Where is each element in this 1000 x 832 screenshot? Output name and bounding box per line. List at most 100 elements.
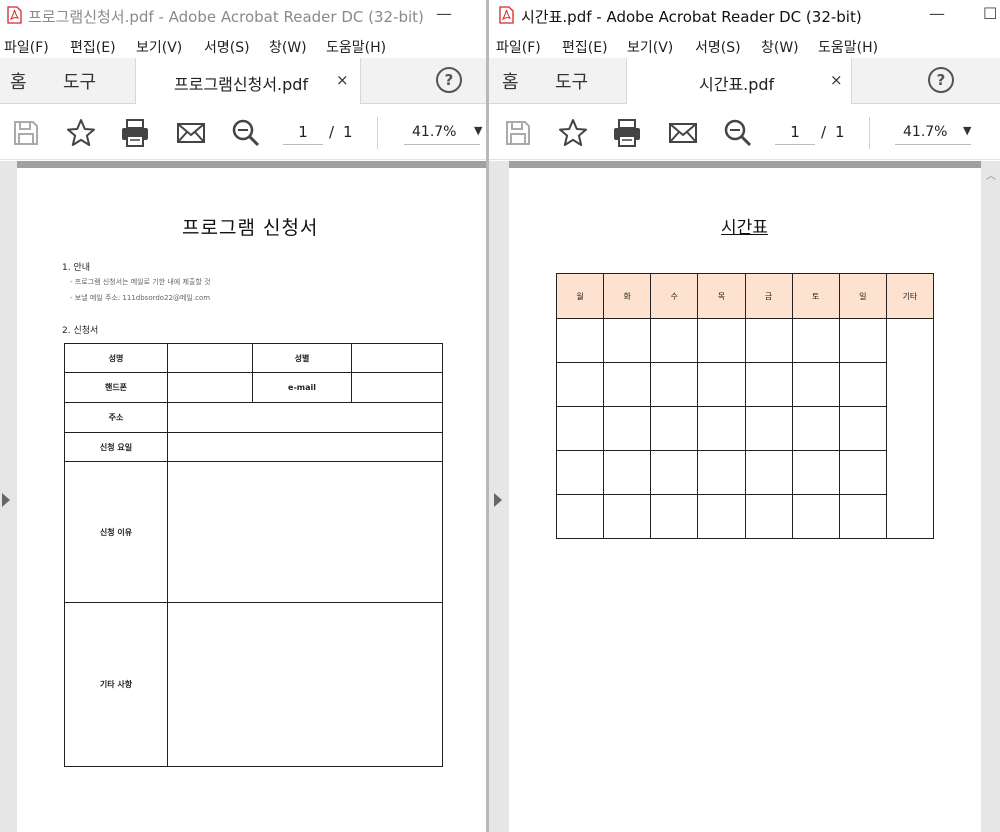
window-left: 프로그램신청서.pdf - Adobe Acrobat Reader DC (3… xyxy=(0,0,487,832)
document-viewer[interactable]: 시간표 월 화 수 목 금 토 일 기타 ︿ xyxy=(489,161,1000,832)
print-icon[interactable] xyxy=(119,117,151,149)
day-header: 일 xyxy=(838,273,887,319)
menu-bar: 파일(F) 편집(E) 보기(V) 서명(S) 창(W) 도움말(H) xyxy=(489,32,1000,58)
day-header: 목 xyxy=(697,273,746,319)
window-title: 시간표.pdf - Adobe Acrobat Reader DC (32-bi… xyxy=(521,8,862,26)
print-icon[interactable] xyxy=(611,117,643,149)
doc-title: 시간표 xyxy=(721,218,768,238)
maximize-button[interactable]: ☐ xyxy=(983,4,997,23)
day-header: 토 xyxy=(791,273,840,319)
menu-bar: 파일(F) 편집(E) 보기(V) 서명(S) 창(W) 도움말(H) xyxy=(0,32,487,58)
scroll-up-icon[interactable]: ︿ xyxy=(986,167,996,182)
menu-file[interactable]: 파일(F) xyxy=(4,37,49,57)
timetable-cell xyxy=(555,362,605,407)
timetable-cell xyxy=(555,318,605,363)
form-label: 신청 이유 xyxy=(64,461,168,603)
day-header: 월 xyxy=(555,273,605,319)
timetable-cell xyxy=(697,362,746,407)
help-icon[interactable]: ? xyxy=(436,67,462,93)
menu-file[interactable]: 파일(F) xyxy=(496,37,541,57)
minimize-button[interactable]: — xyxy=(929,4,945,23)
zoom-level-input[interactable]: 41.7% xyxy=(895,119,971,145)
tab-document-label: 프로그램신청서.pdf xyxy=(174,75,309,94)
timetable-cell xyxy=(744,362,793,407)
zoom-level-input[interactable]: 41.7% xyxy=(404,119,480,145)
email-icon[interactable] xyxy=(175,117,207,149)
bookmark-star-icon[interactable] xyxy=(557,117,589,149)
toolbar: 1 / 1 41.7% ▼ xyxy=(489,105,1000,160)
timetable-cell xyxy=(838,494,887,539)
close-tab-icon[interactable]: × xyxy=(336,71,349,89)
timetable-cell xyxy=(555,494,605,539)
day-header: 화 xyxy=(603,273,652,319)
email-icon[interactable] xyxy=(667,117,699,149)
minimize-button[interactable]: — xyxy=(436,4,452,23)
form-cell xyxy=(351,372,443,403)
note-text: - 보낼 메일 주소: 111dbsordo22@메일.com xyxy=(70,294,211,302)
sidebar-expand-icon[interactable] xyxy=(494,493,502,507)
timetable-cell xyxy=(838,450,887,495)
timetable-cell xyxy=(650,362,699,407)
menu-edit[interactable]: 편집(E) xyxy=(70,37,116,57)
timetable-cell xyxy=(555,450,605,495)
document-viewer[interactable]: 프로그램 신청서 1. 안내 - 프로그램 신청서는 메일로 기한 내에 제출할… xyxy=(0,161,487,832)
tab-document[interactable]: 프로그램신청서.pdf × xyxy=(135,58,361,104)
form-cell xyxy=(167,372,253,403)
window-title: 프로그램신청서.pdf - Adobe Acrobat Reader DC (3… xyxy=(28,8,424,26)
sidebar-expand-icon[interactable] xyxy=(2,493,10,507)
chevron-down-icon[interactable]: ▼ xyxy=(963,124,971,137)
section-heading: 1. 안내 xyxy=(62,263,91,273)
timetable-cell xyxy=(791,362,840,407)
timetable-cell xyxy=(791,494,840,539)
timetable-cell xyxy=(603,494,652,539)
tab-tools[interactable]: 도구 xyxy=(63,68,96,94)
timetable-cell xyxy=(650,494,699,539)
help-icon[interactable]: ? xyxy=(928,67,954,93)
toolbar-divider xyxy=(377,117,378,149)
tab-document[interactable]: 시간표.pdf × xyxy=(626,58,852,104)
menu-edit[interactable]: 편집(E) xyxy=(562,37,608,57)
chevron-down-icon[interactable]: ▼ xyxy=(474,124,482,137)
pdf-app-icon xyxy=(499,6,514,24)
menu-window[interactable]: 창(W) xyxy=(269,37,307,57)
timetable-cell xyxy=(650,318,699,363)
day-header: 수 xyxy=(650,273,699,319)
section-heading: 2. 신청서 xyxy=(62,326,99,336)
toolbar-divider xyxy=(869,117,870,149)
form-cell xyxy=(167,461,443,603)
form-label: 주소 xyxy=(64,402,168,433)
save-icon[interactable] xyxy=(502,117,534,149)
form-cell xyxy=(167,343,253,373)
menu-view[interactable]: 보기(V) xyxy=(136,37,182,57)
timetable-cell xyxy=(697,494,746,539)
timetable-cell xyxy=(744,494,793,539)
form-cell xyxy=(167,402,443,433)
menu-sign[interactable]: 서명(S) xyxy=(204,37,250,57)
title-bar: 시간표.pdf - Adobe Acrobat Reader DC (32-bi… xyxy=(489,0,1000,32)
tab-home[interactable]: 홈 xyxy=(502,68,519,94)
tab-tools[interactable]: 도구 xyxy=(555,68,588,94)
page-total: 1 xyxy=(343,123,353,141)
form-label: 성명 xyxy=(64,343,168,373)
timetable-cell xyxy=(791,450,840,495)
save-icon[interactable] xyxy=(10,117,42,149)
timetable-cell xyxy=(838,362,887,407)
close-tab-icon[interactable]: × xyxy=(830,71,843,89)
menu-view[interactable]: 보기(V) xyxy=(627,37,673,57)
zoom-icon[interactable] xyxy=(230,117,262,149)
zoom-icon[interactable] xyxy=(722,117,754,149)
timetable-cell xyxy=(650,450,699,495)
pdf-app-icon xyxy=(7,6,22,24)
menu-sign[interactable]: 서명(S) xyxy=(695,37,741,57)
page-number-input[interactable]: 1 xyxy=(775,119,815,145)
bookmark-star-icon[interactable] xyxy=(65,117,97,149)
tab-home[interactable]: 홈 xyxy=(10,68,27,94)
menu-window[interactable]: 창(W) xyxy=(761,37,799,57)
timetable-cell xyxy=(838,406,887,451)
page-number-input[interactable]: 1 xyxy=(283,119,323,145)
title-bar: 프로그램신청서.pdf - Adobe Acrobat Reader DC (3… xyxy=(0,0,487,32)
pdf-page: 프로그램 신청서 1. 안내 - 프로그램 신청서는 메일로 기한 내에 제출할… xyxy=(17,161,487,832)
menu-help[interactable]: 도움말(H) xyxy=(818,37,878,57)
form-label: e-mail xyxy=(252,372,352,403)
menu-help[interactable]: 도움말(H) xyxy=(326,37,386,57)
